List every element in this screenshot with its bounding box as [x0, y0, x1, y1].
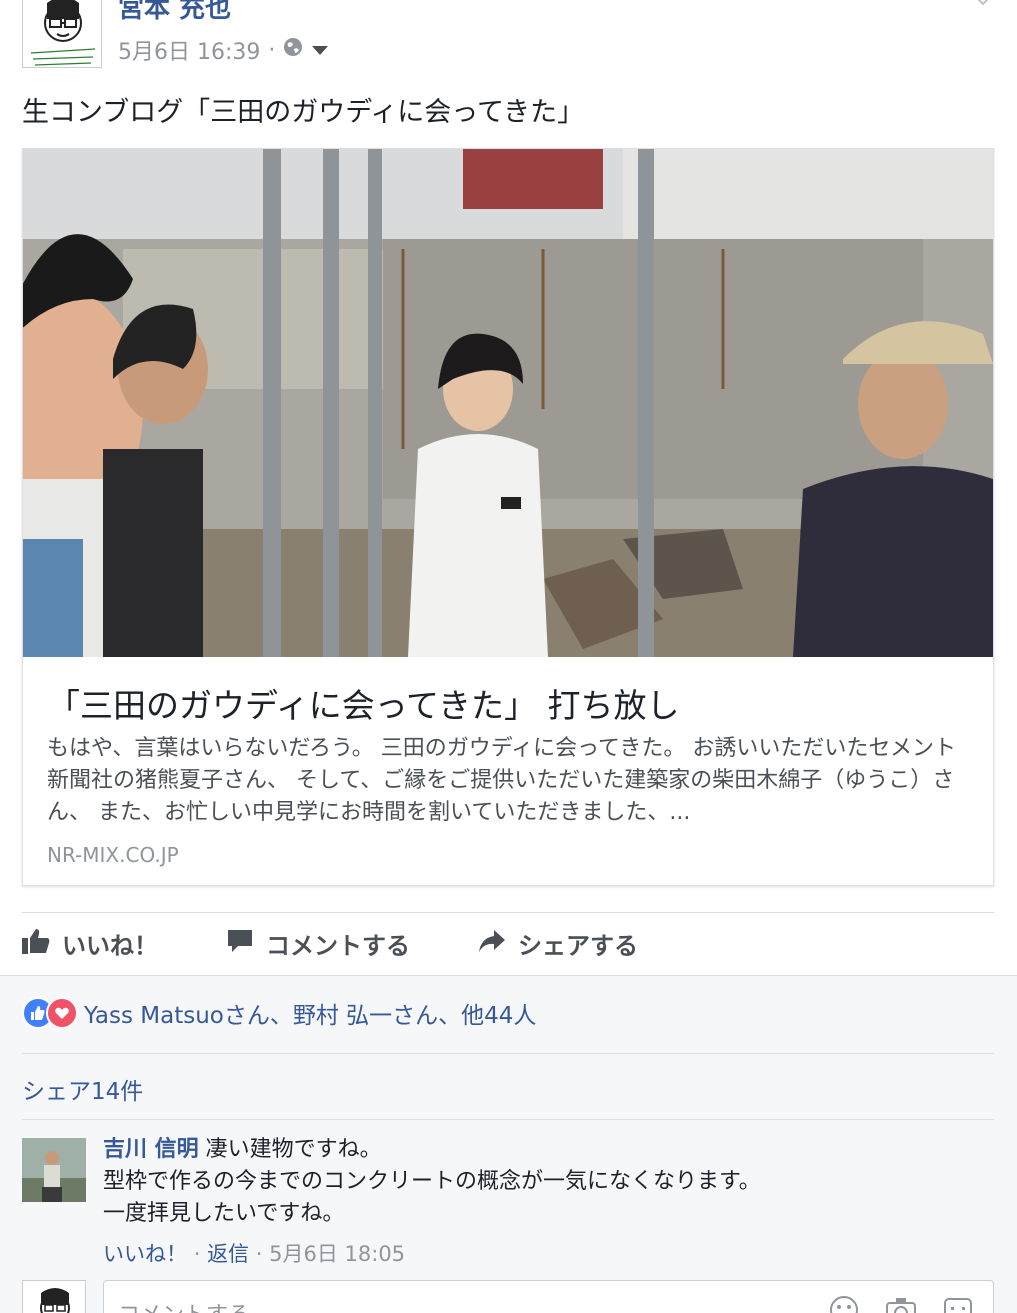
meta-dot: ·	[193, 1242, 201, 1266]
comment-input[interactable]: コメントする	[103, 1280, 994, 1313]
comment-line-2: 型枠で作るの今までのコンクリートの概念が一気になくなります。	[103, 1169, 761, 1194]
comment-line-1: 凄い建物ですね。	[205, 1137, 382, 1162]
comment-author[interactable]: 吉川 信明	[103, 1137, 199, 1162]
link-domain: NR-MIX.CO.JP	[47, 843, 179, 867]
link-description: もはや、言葉はいらないだろう。 三田のガウディに会ってきた。 お誘いいただいたセ…	[47, 736, 956, 825]
author-avatar[interactable]	[22, 0, 102, 68]
gif-icon[interactable]	[943, 1295, 973, 1313]
post-timestamp[interactable]: 5月6日 16:39	[118, 34, 260, 66]
thumbs-up-icon	[22, 928, 50, 960]
viewer-avatar	[22, 1280, 86, 1313]
post-card: 宮本 充也 5月6日 16:39 · 生コンブログ「三田のガウディに会ってきた」	[0, 0, 1017, 975]
share-button[interactable]: シェアする	[478, 926, 638, 961]
share-arrow-icon	[478, 928, 506, 960]
camera-icon[interactable]	[885, 1295, 917, 1313]
comment-reply-link[interactable]: 返信	[207, 1242, 249, 1266]
post-actions-bar: いいね！ コメントする シェアする	[22, 912, 994, 974]
share-label: シェアする	[518, 932, 638, 960]
emoji-icon[interactable]	[829, 1295, 859, 1313]
globe-icon	[283, 37, 303, 63]
comment-composer: コメントする	[22, 1278, 994, 1313]
audience-chevron-down-icon[interactable]	[311, 38, 329, 63]
link-preview-image[interactable]	[23, 149, 993, 657]
shares-count[interactable]: シェア14件	[22, 1072, 143, 1106]
comment-input-placeholder: コメントする	[118, 1297, 250, 1313]
link-title[interactable]: 「三田のガウディに会ってきた」 打ち放し	[47, 679, 680, 727]
commenter-avatar[interactable]	[22, 1138, 86, 1202]
composer-icons	[829, 1295, 973, 1313]
reactions-text[interactable]: Yass Matsuoさん、野村 弘一さん、他44人	[84, 996, 536, 1030]
author-name[interactable]: 宮本 充也	[118, 0, 231, 25]
post-text: 生コンブログ「三田のガウディに会ってきた」	[22, 97, 585, 128]
comment-line-3: 一度拝見したいですね。	[103, 1201, 345, 1226]
comment-meta: いいね！ · 返信 · 5月6日 18:05	[103, 1238, 405, 1268]
like-label: いいね！	[62, 932, 158, 960]
comment-time[interactable]: 5月6日 18:05	[269, 1242, 405, 1266]
meta-separator: ·	[268, 37, 276, 63]
like-button[interactable]: いいね！	[22, 926, 158, 961]
comment-bubble-icon	[226, 928, 254, 960]
comment-body: 吉川 信明 凄い建物ですね。 型枠で作るの今までのコンクリートの概念が一気になく…	[103, 1134, 761, 1230]
divider	[22, 1053, 994, 1054]
link-preview-card[interactable]: 「三田のガウディに会ってきた」 打ち放し もはや、言葉はいらないだろう。 三田の…	[22, 148, 994, 886]
post-meta: 5月6日 16:39 ·	[118, 34, 329, 66]
comment-like-link[interactable]: いいね！	[103, 1242, 187, 1266]
divider	[22, 1119, 994, 1120]
post-options-chevron-icon[interactable]	[973, 0, 993, 10]
feedback-section: Yass Matsuoさん、野村 弘一さん、他44人 シェア14件 吉川 信明 …	[0, 975, 1017, 1313]
meta-dot: ·	[255, 1242, 263, 1266]
comment-label: コメントする	[266, 932, 410, 960]
reactions-summary[interactable]: Yass Matsuoさん、野村 弘一さん、他44人	[22, 996, 536, 1030]
love-reaction-icon	[46, 997, 78, 1029]
comment-button[interactable]: コメントする	[226, 926, 410, 961]
